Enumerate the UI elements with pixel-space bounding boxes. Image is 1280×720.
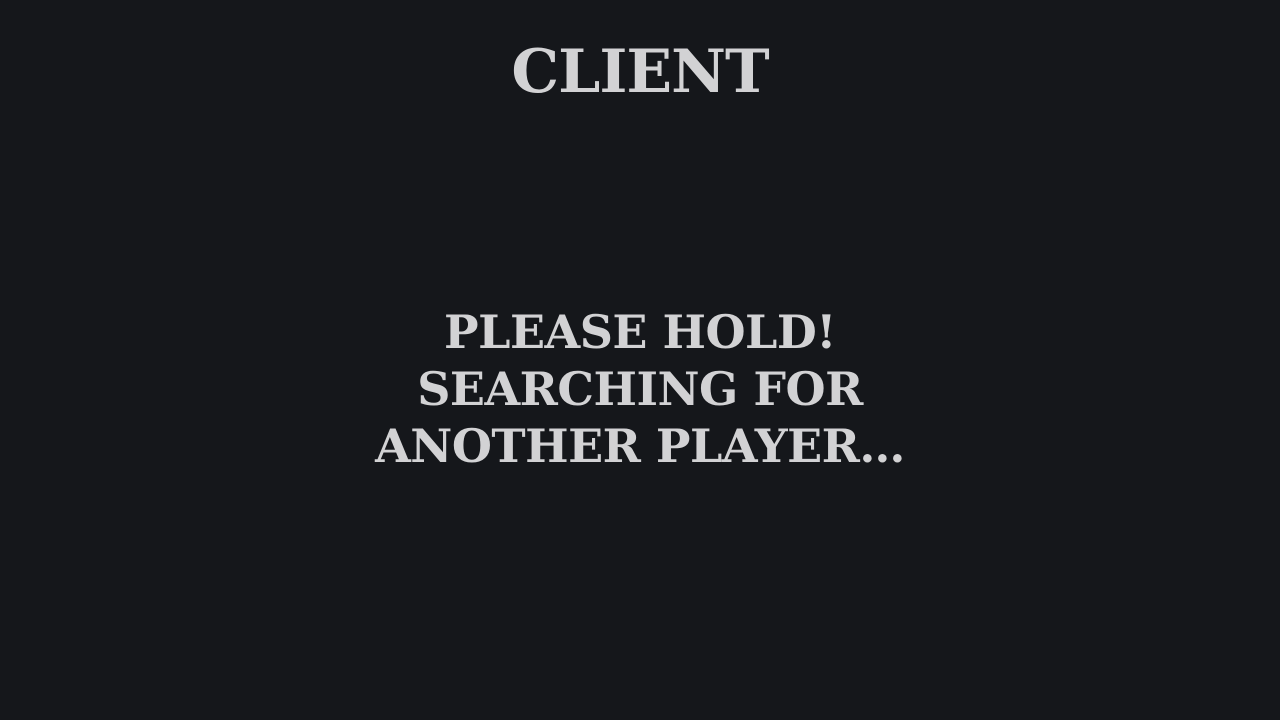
status-message: PLEASE HOLD! SEARCHING FOR ANOTHER PLAYE…	[0, 304, 1280, 475]
status-line-hold: PLEASE HOLD!	[444, 305, 836, 359]
screen-title: CLIENT	[511, 37, 769, 107]
status-line-searching: SEARCHING FOR	[417, 362, 863, 416]
waiting-screen: CLIENT PLEASE HOLD! SEARCHING FOR ANOTHE…	[0, 0, 1280, 720]
status-line-player: ANOTHER PLAYER…	[375, 419, 905, 473]
